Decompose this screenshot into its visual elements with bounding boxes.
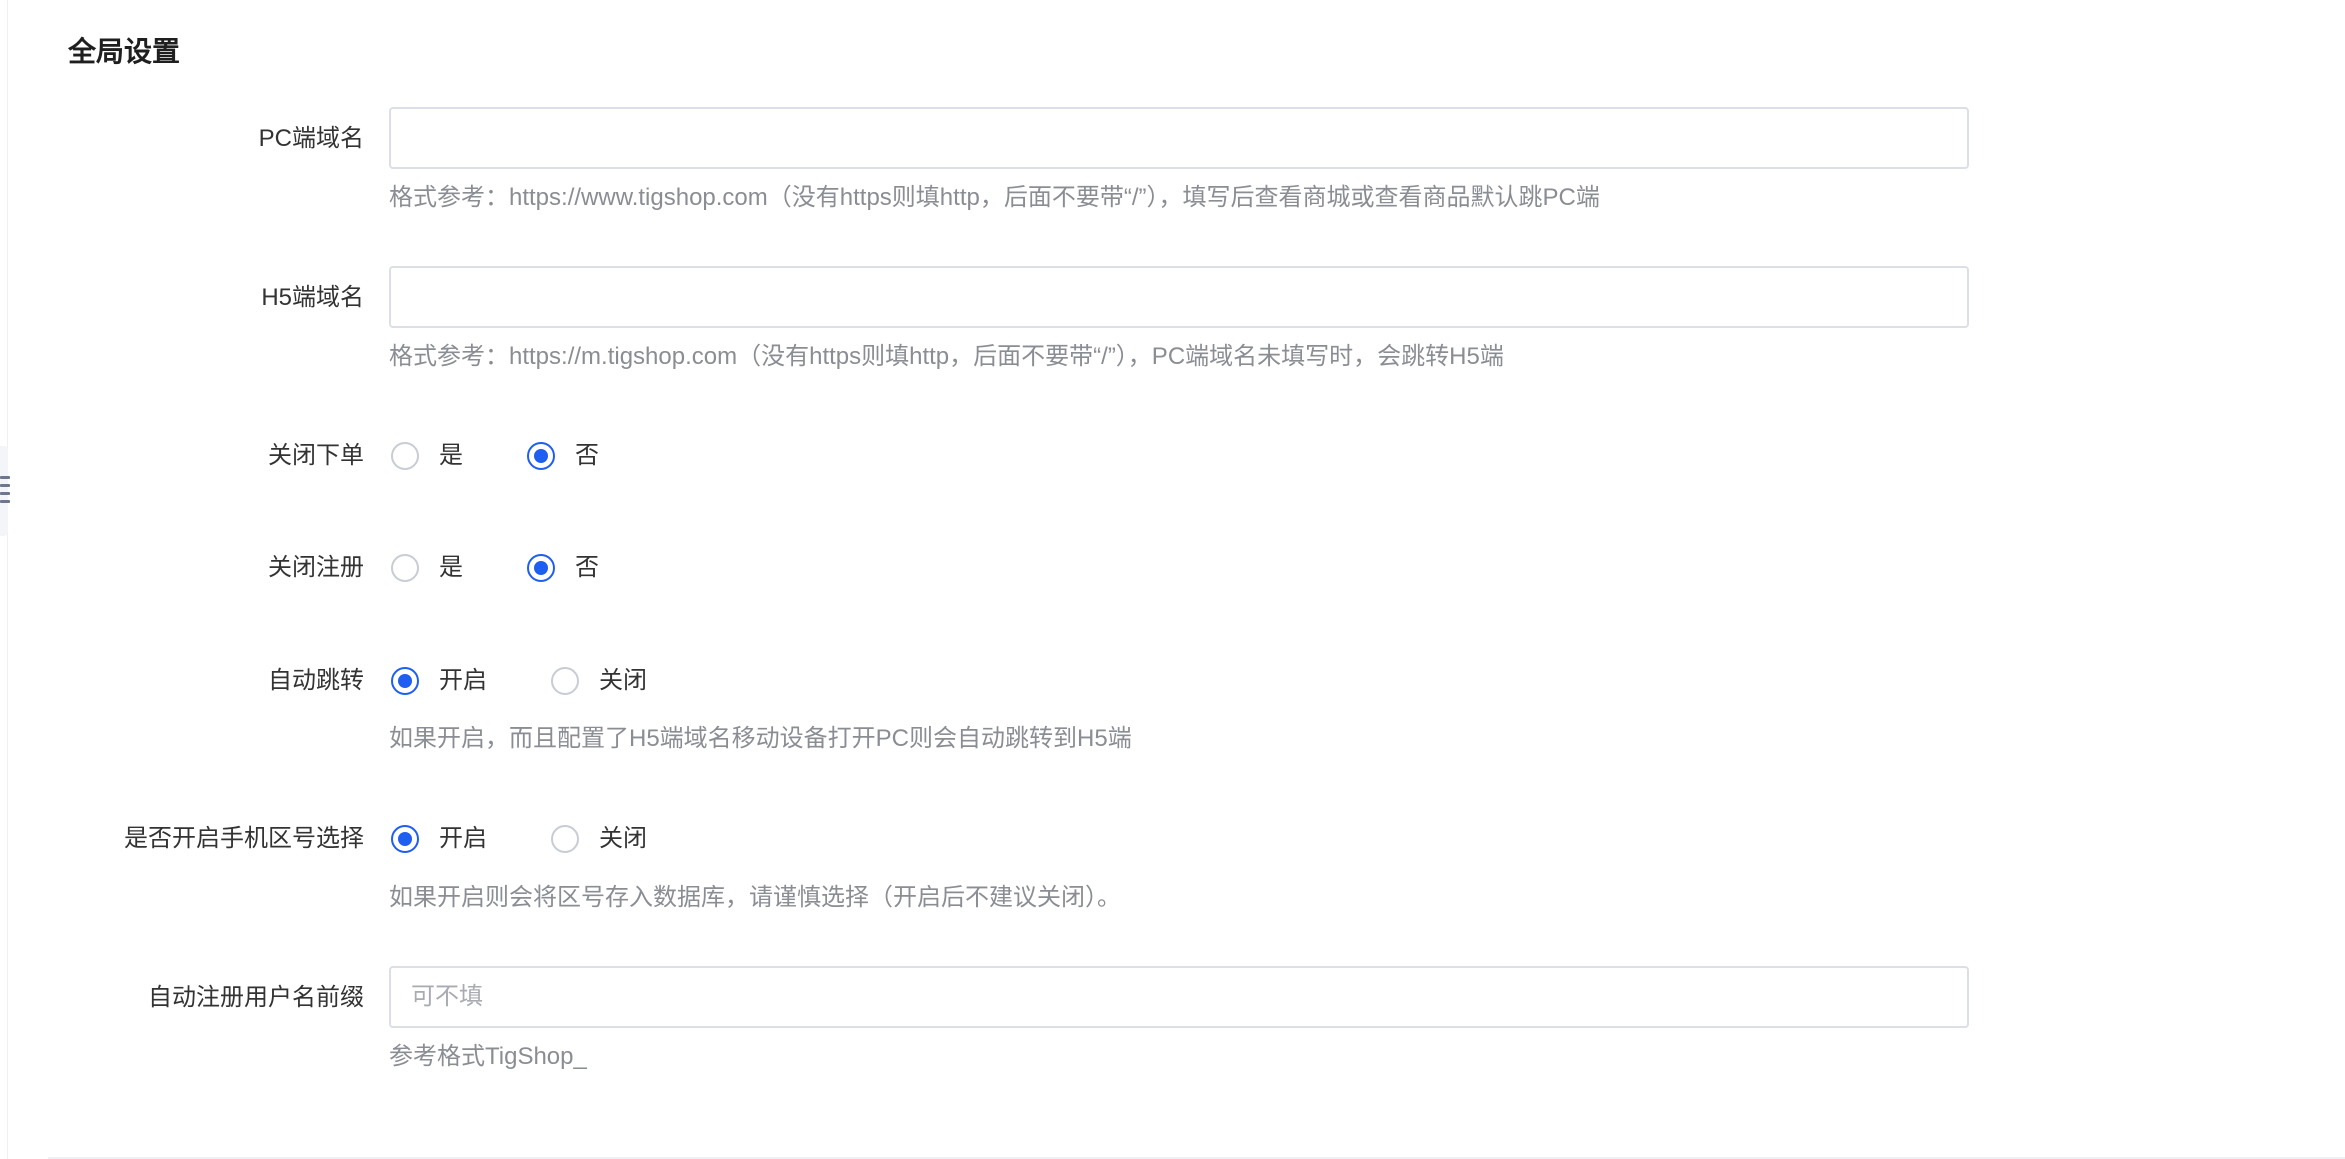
section-title: 全局设置 — [68, 36, 181, 67]
pc-domain-hint: 格式参考：https://www.tigshop.com（没有https则填ht… — [389, 184, 1600, 211]
close-order-radio-yes[interactable]: 是 — [391, 439, 463, 473]
auto-redirect-hint: 如果开启，而且配置了H5端域名移动设备打开PC则会自动跳转到H5端 — [389, 725, 1132, 752]
auto-redirect-radio-off[interactable]: 关闭 — [551, 664, 647, 698]
phone-area-code-label: 是否开启手机区号选择 — [124, 825, 364, 852]
radio-label: 否 — [575, 442, 599, 469]
radio-unchecked-icon[interactable] — [551, 667, 579, 695]
menu-collapse-icon[interactable] — [0, 446, 10, 536]
phone-area-code-hint: 如果开启则会将区号存入数据库，请谨慎选择（开启后不建议关闭）。 — [389, 884, 1121, 911]
radio-label: 关闭 — [599, 825, 647, 852]
radio-checked-icon[interactable] — [391, 667, 419, 695]
phone-area-code-radio-off[interactable]: 关闭 — [551, 822, 647, 856]
pc-domain-label: PC端域名 — [258, 125, 364, 152]
radio-label: 否 — [575, 554, 599, 581]
close-register-radio-yes[interactable]: 是 — [391, 551, 463, 585]
close-order-label: 关闭下单 — [268, 442, 364, 469]
radio-label: 开启 — [439, 825, 487, 852]
username-prefix-hint: 参考格式TigShop_ — [389, 1043, 587, 1070]
menu-collapse-icon-bar — [0, 476, 10, 479]
radio-checked-icon[interactable] — [527, 554, 555, 582]
radio-label: 关闭 — [599, 667, 647, 694]
username-prefix-input[interactable] — [389, 966, 1969, 1028]
radio-label: 是 — [439, 442, 463, 469]
close-register-radio-no[interactable]: 否 — [527, 551, 599, 585]
menu-collapse-icon-bar — [0, 492, 10, 495]
phone-area-code-radio-on[interactable]: 开启 — [391, 822, 487, 856]
auto-redirect-radio-on[interactable]: 开启 — [391, 664, 487, 698]
menu-collapse-icon-bar — [0, 484, 10, 487]
radio-checked-icon[interactable] — [527, 442, 555, 470]
close-order-radio-no[interactable]: 否 — [527, 439, 599, 473]
sidebar-divider — [7, 0, 8, 1159]
settings-page: 全局设置 PC端域名 格式参考：https://www.tigshop.com（… — [0, 0, 2345, 1159]
radio-label: 是 — [439, 554, 463, 581]
radio-label: 开启 — [439, 667, 487, 694]
h5-domain-hint: 格式参考：https://m.tigshop.com（没有https则填http… — [389, 343, 1504, 370]
menu-collapse-icon-bar — [0, 500, 10, 503]
pc-domain-input[interactable] — [389, 107, 1969, 169]
radio-unchecked-icon[interactable] — [551, 825, 579, 853]
radio-unchecked-icon[interactable] — [391, 554, 419, 582]
auto-redirect-label: 自动跳转 — [268, 667, 364, 694]
h5-domain-input[interactable] — [389, 266, 1969, 328]
radio-unchecked-icon[interactable] — [391, 442, 419, 470]
h5-domain-label: H5端域名 — [261, 284, 364, 311]
username-prefix-label: 自动注册用户名前缀 — [148, 984, 364, 1011]
close-register-label: 关闭注册 — [268, 554, 364, 581]
radio-checked-icon[interactable] — [391, 825, 419, 853]
